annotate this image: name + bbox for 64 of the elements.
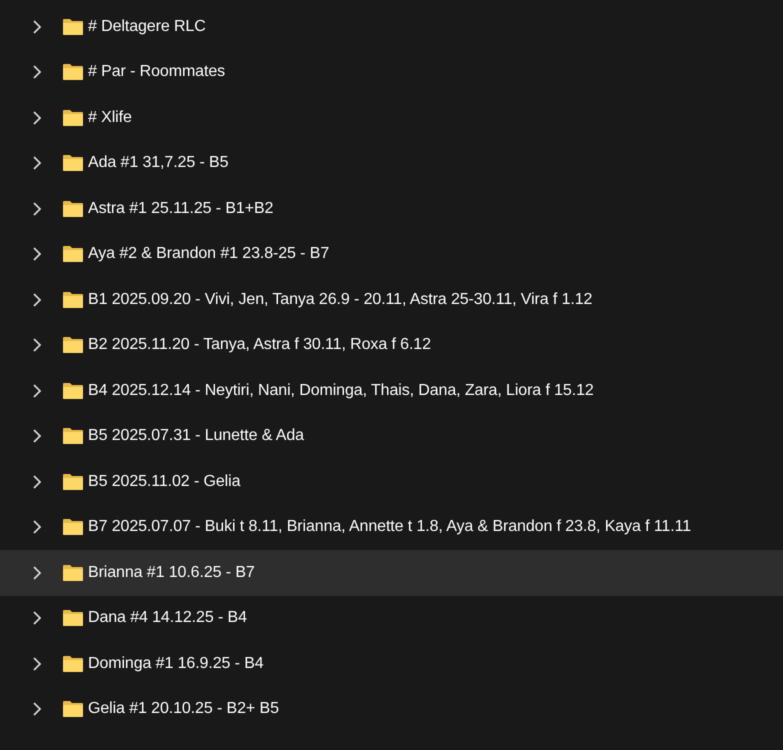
chevron-icon[interactable] xyxy=(31,338,43,352)
chevron-icon[interactable] xyxy=(31,520,43,534)
chevron-icon[interactable] xyxy=(31,474,43,489)
chevron-icon[interactable] xyxy=(31,429,43,444)
folder-name: # Par - Roommates xyxy=(88,63,226,82)
folder-icon xyxy=(62,200,84,218)
folder-row[interactable]: B2 2025.11.20 - Tanya, Astra f 30.11, Roxa f 6.12 xyxy=(0,322,783,368)
folder-icon xyxy=(62,427,84,446)
chevron-icon[interactable] xyxy=(31,611,43,626)
folder-icon xyxy=(62,564,84,582)
folder-name: Brianna #1 10.6.25 - B7 xyxy=(88,564,255,582)
folder-icon xyxy=(62,700,84,718)
chevron-icon[interactable] xyxy=(31,156,43,170)
folder-name: B5 2025.11.02 - Gelia xyxy=(88,472,240,491)
folder-icon xyxy=(62,245,84,264)
folder-row[interactable]: B5 2025.07.31 - Lunette & Ada xyxy=(0,414,783,459)
chevron-icon[interactable] xyxy=(31,702,43,716)
chevron-icon[interactable] xyxy=(31,202,43,216)
folder-row[interactable]: Dana #4 14.12.25 - B4 xyxy=(0,596,783,641)
folder-name: B5 2025.07.31 - Lunette & Ada xyxy=(88,427,304,446)
folder-name: Gelia #1 20.10.25 - B2+ B5 xyxy=(88,700,279,718)
folder-name: Astra #1 25.11.25 - B1+B2 xyxy=(88,200,274,218)
chevron-icon[interactable] xyxy=(31,384,43,398)
folder-row[interactable]: B1 2025.09.20 - Vivi, Jen, Tanya 26.9 - 20.11, Astra 25-30.11, Vira f 1.12 xyxy=(0,277,783,322)
folder-row[interactable]: # Par - Roommates xyxy=(0,50,783,95)
chevron-icon[interactable] xyxy=(31,656,43,671)
chevron-icon[interactable] xyxy=(31,20,43,34)
folder-name: # Deltagere RLC xyxy=(88,18,206,36)
folder-row[interactable]: Dominga #1 16.9.25 - B4 xyxy=(0,641,783,686)
folder-name: # Xlife xyxy=(88,108,132,127)
chevron-icon[interactable] xyxy=(31,65,43,80)
folder-name: B4 2025.12.14 - Neytiri, Nani, Dominga, Thais, Dana, Zara, Liora f 15.12 xyxy=(88,382,594,400)
folder-name: Dana #4 14.12.25 - B4 xyxy=(88,609,247,628)
folder-row[interactable]: Aya #2 & Brandon #1 23.8-25 - B7 xyxy=(0,232,783,277)
folder-icon xyxy=(62,108,84,127)
chevron-icon[interactable] xyxy=(31,247,43,262)
folder-name: Dominga #1 16.9.25 - B4 xyxy=(88,654,264,673)
folder-row[interactable]: Gelia #1 20.10.25 - B2+ B5 xyxy=(0,686,783,732)
folder-name: Aya #2 & Brandon #1 23.8-25 - B7 xyxy=(88,245,330,264)
folder-row[interactable]: Ada #1 31,7.25 - B5 xyxy=(0,140,783,186)
chevron-icon[interactable] xyxy=(31,292,43,307)
chevron-icon[interactable] xyxy=(31,566,43,580)
folder-name: B7 2025.07.07 - Buki t 8.11, Brianna, Annette t 1.8, Aya & Brandon f 23.8, Kaya f 11.11 xyxy=(88,518,691,536)
folder-row[interactable]: Astra #1 25.11.25 - B1+B2 xyxy=(0,186,783,232)
folder-icon xyxy=(62,290,84,309)
folder-icon xyxy=(62,654,84,673)
folder-icon xyxy=(62,154,84,172)
folder-row[interactable]: # Xlife xyxy=(0,95,783,140)
folder-row[interactable]: B4 2025.12.14 - Neytiri, Nani, Dominga, Thais, Dana, Zara, Liora f 15.12 xyxy=(0,368,783,414)
folder-row[interactable]: # Deltagere RLC xyxy=(0,4,783,50)
folder-name: B2 2025.11.20 - Tanya, Astra f 30.11, Roxa f 6.12 xyxy=(88,336,431,354)
folder-icon xyxy=(62,18,84,36)
folder-name: B1 2025.09.20 - Vivi, Jen, Tanya 26.9 - 20.11, Astra 25-30.11, Vira f 1.12 xyxy=(88,290,592,309)
folder-row[interactable]: B5 2025.11.02 - Gelia xyxy=(0,459,783,504)
folder-icon xyxy=(62,472,84,491)
folder-icon xyxy=(62,609,84,628)
folder-row[interactable]: Brianna #1 10.6.25 - B7 xyxy=(0,550,783,596)
folder-name: Ada #1 31,7.25 - B5 xyxy=(88,154,228,172)
folder-icon xyxy=(62,518,84,536)
folder-icon xyxy=(62,63,84,82)
folder-icon xyxy=(62,382,84,400)
folder-row[interactable]: B7 2025.07.07 - Buki t 8.11, Brianna, Annette t 1.8, Aya & Brandon f 23.8, Kaya f 11.11 xyxy=(0,504,783,550)
chevron-icon[interactable] xyxy=(31,110,43,125)
folder-icon xyxy=(62,336,84,354)
